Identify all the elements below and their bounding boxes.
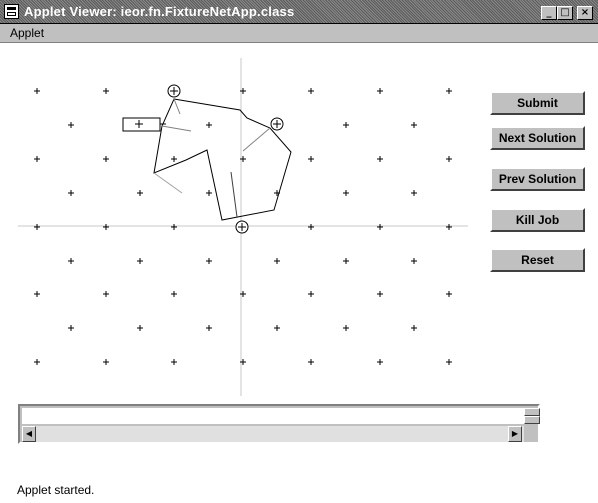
- menu-applet[interactable]: Applet: [10, 26, 44, 40]
- submit-button[interactable]: Submit: [490, 91, 585, 115]
- grid-point[interactable]: [308, 291, 314, 297]
- scroll-right-button[interactable]: ▶: [508, 426, 522, 442]
- fixel-marker-bottom[interactable]: [235, 220, 249, 234]
- grid-point[interactable]: [377, 224, 383, 230]
- window-title: Applet Viewer: ieor.fn.FixtureNetApp.cla…: [24, 4, 295, 19]
- close-button[interactable]: ×: [577, 6, 593, 20]
- title-bar[interactable]: Applet Viewer: ieor.fn.FixtureNetApp.cla…: [0, 0, 598, 24]
- vertical-scrollbar[interactable]: [524, 408, 540, 424]
- horizontal-scrollbar[interactable]: ◀ ▶: [22, 426, 524, 442]
- grid-point[interactable]: [308, 156, 314, 162]
- grid-point[interactable]: [308, 359, 314, 365]
- grid-point[interactable]: [68, 325, 74, 331]
- grid-point[interactable]: [377, 88, 383, 94]
- grid-point[interactable]: [34, 291, 40, 297]
- grid-point[interactable]: [411, 258, 417, 264]
- grid-point[interactable]: [34, 156, 40, 162]
- grid-point[interactable]: [103, 88, 109, 94]
- grid-point[interactable]: [343, 325, 349, 331]
- output-text[interactable]: [22, 408, 524, 424]
- grid-point[interactable]: [206, 258, 212, 264]
- output-textarea[interactable]: ◀ ▶: [18, 404, 540, 444]
- grid-point[interactable]: [446, 291, 452, 297]
- grid-point[interactable]: [377, 359, 383, 365]
- grid-point[interactable]: [343, 122, 349, 128]
- grid-point[interactable]: [274, 325, 280, 331]
- scroll-left-button[interactable]: ◀: [22, 426, 36, 442]
- clamp-marker[interactable]: [122, 117, 166, 132]
- grid-point[interactable]: [171, 359, 177, 365]
- grid-point[interactable]: [68, 122, 74, 128]
- grid-point[interactable]: [34, 359, 40, 365]
- grid-point[interactable]: [137, 190, 143, 196]
- grid-point[interactable]: [68, 190, 74, 196]
- grid-point[interactable]: [137, 325, 143, 331]
- grid-point[interactable]: [308, 224, 314, 230]
- grid-point[interactable]: [171, 224, 177, 230]
- fixture-internal-lines: [153, 98, 271, 218]
- grid-point[interactable]: [206, 190, 212, 196]
- grid-point[interactable]: [171, 291, 177, 297]
- grid-point[interactable]: [103, 156, 109, 162]
- grid-point[interactable]: [103, 291, 109, 297]
- grid-point[interactable]: [446, 224, 452, 230]
- grid-point[interactable]: [411, 190, 417, 196]
- applet-viewer-icon[interactable]: [4, 4, 19, 19]
- grid-point[interactable]: [446, 359, 452, 365]
- scroll-down-button[interactable]: [524, 416, 540, 424]
- grid-point[interactable]: [343, 190, 349, 196]
- maximize-button[interactable]: □: [557, 6, 573, 20]
- next-solution-button[interactable]: Next Solution: [490, 126, 585, 150]
- kill-job-button[interactable]: Kill Job: [490, 208, 585, 232]
- grid-point[interactable]: [377, 291, 383, 297]
- grid-point[interactable]: [343, 258, 349, 264]
- grid-point[interactable]: [446, 88, 452, 94]
- prev-solution-button[interactable]: Prev Solution: [490, 167, 585, 191]
- status-text: Applet started.: [17, 483, 95, 497]
- grid-point[interactable]: [274, 258, 280, 264]
- grid-point[interactable]: [34, 88, 40, 94]
- minimize-button[interactable]: _: [541, 6, 557, 20]
- grid-point[interactable]: [68, 258, 74, 264]
- grid-point[interactable]: [411, 122, 417, 128]
- grid-point[interactable]: [446, 156, 452, 162]
- grid-point[interactable]: [171, 156, 177, 162]
- grid-point[interactable]: [206, 325, 212, 331]
- grid-point[interactable]: [308, 88, 314, 94]
- grid-point[interactable]: [206, 122, 212, 128]
- grid-point[interactable]: [411, 325, 417, 331]
- grid-point[interactable]: [377, 156, 383, 162]
- menu-bar: Applet: [0, 24, 598, 43]
- scroll-up-button[interactable]: [524, 408, 540, 416]
- grid-point[interactable]: [103, 359, 109, 365]
- grid-point[interactable]: [137, 258, 143, 264]
- fixel-marker-top[interactable]: [167, 84, 181, 98]
- fixel-marker-right[interactable]: [270, 117, 284, 131]
- grid-point[interactable]: [103, 224, 109, 230]
- applet-viewer-window: Applet Viewer: ieor.fn.FixtureNetApp.cla…: [0, 0, 598, 503]
- grid-point[interactable]: [34, 224, 40, 230]
- reset-button[interactable]: Reset: [490, 248, 585, 272]
